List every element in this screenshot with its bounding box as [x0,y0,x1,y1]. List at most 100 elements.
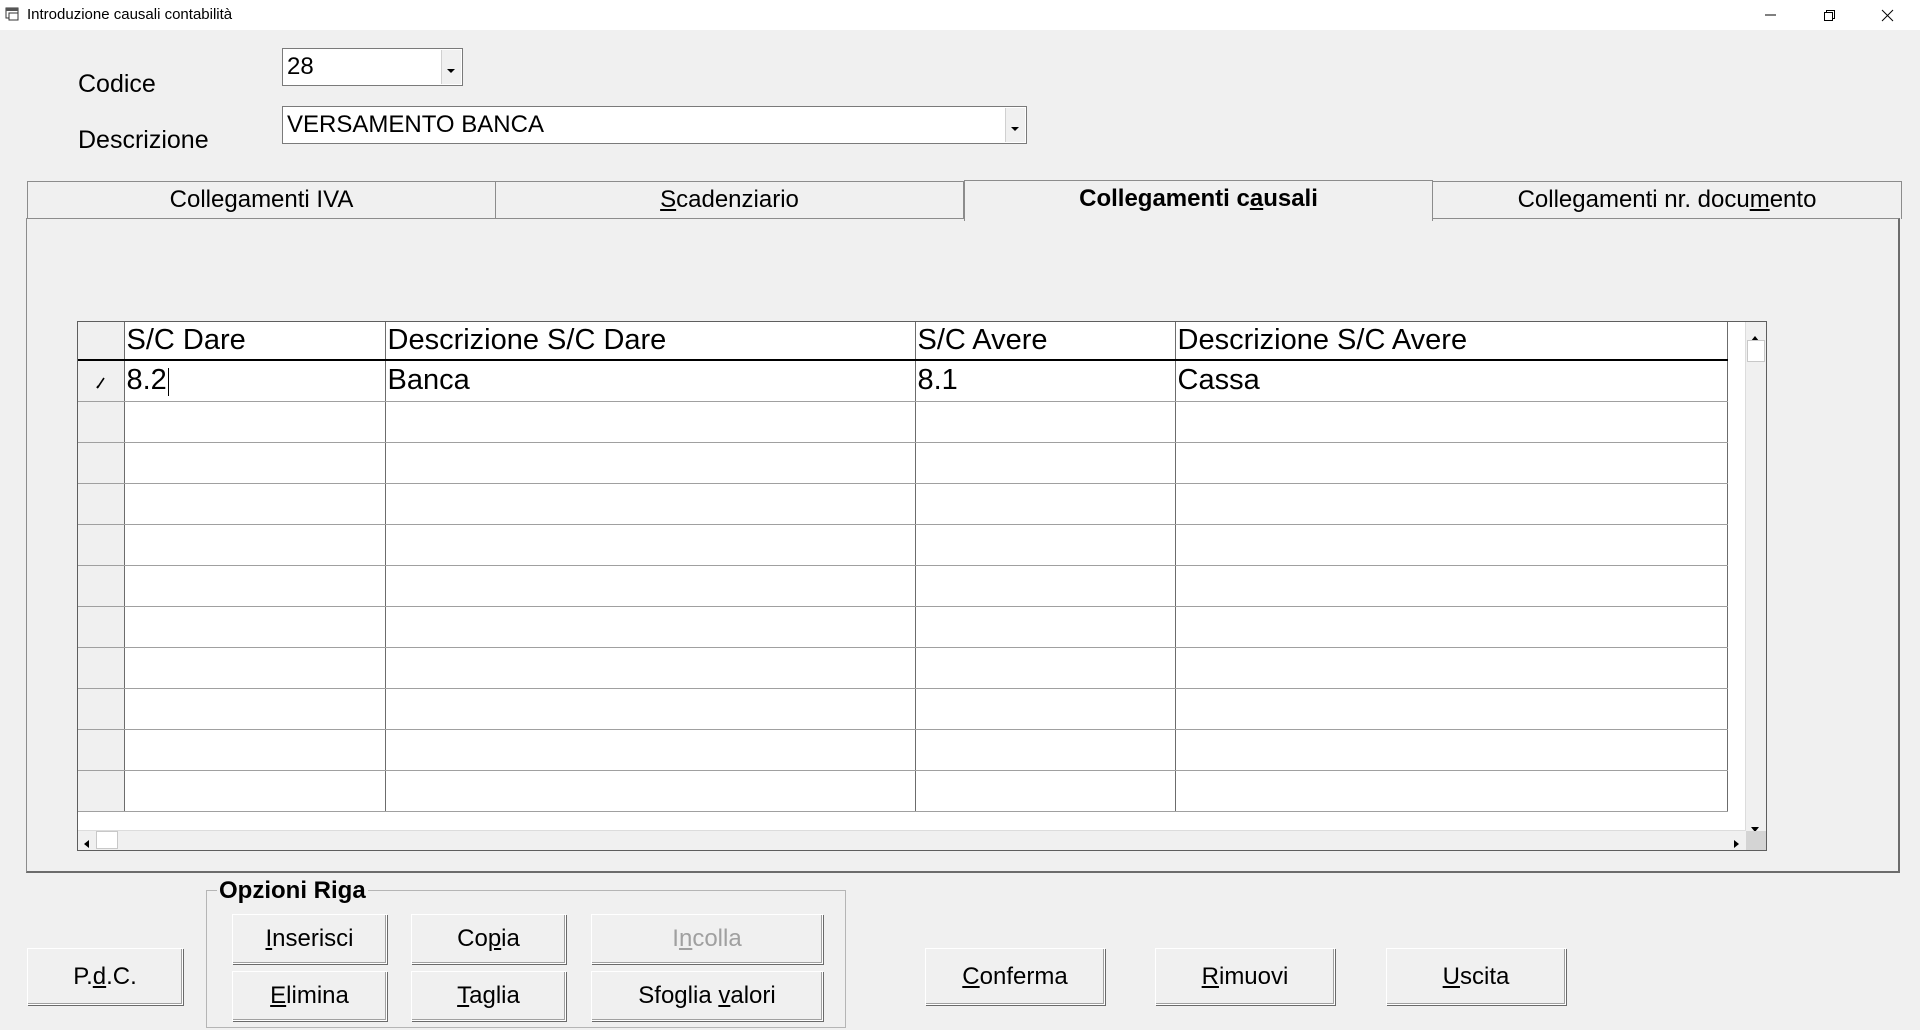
cell-descrizione-sc-avere[interactable] [1175,483,1728,525]
minimize-button[interactable] [1742,0,1800,30]
cell-sc-dare[interactable] [124,729,386,771]
row-selector[interactable] [78,565,125,607]
row-selector[interactable] [78,606,125,648]
cell-descrizione-sc-avere[interactable]: Cassa [1175,360,1728,402]
codice-combobox[interactable]: 28 [282,48,463,86]
column-header-descrizione-sc-dare[interactable]: Descrizione S/C Dare [385,322,916,361]
cell-sc-dare[interactable] [124,524,386,566]
cell-descrizione-sc-avere[interactable] [1175,565,1728,607]
pdc-button[interactable]: P.d.C. [27,948,183,1005]
column-header-sc-avere[interactable]: S/C Avere [915,322,1176,361]
tab-scadenziario[interactable]: Scadenziario [495,181,964,219]
cell-sc-dare[interactable]: 8.2 [124,360,386,402]
copia-button[interactable]: Copia [411,914,566,964]
row-selector[interactable] [78,401,125,443]
scroll-right-arrow-icon[interactable] [1734,836,1739,854]
cell-sc-dare[interactable] [124,483,386,525]
table-row[interactable] [78,606,1728,648]
row-selector[interactable] [78,688,125,730]
cell-sc-dare[interactable] [124,401,386,443]
cell-descrizione-sc-dare[interactable] [385,401,916,443]
cell-descrizione-sc-avere[interactable] [1175,688,1728,730]
row-selector[interactable] [78,483,125,525]
conferma-button[interactable]: Conferma [925,948,1105,1005]
elimina-button[interactable]: Elimina [232,971,387,1021]
row-selector[interactable] [78,647,125,689]
cell-sc-dare[interactable] [124,647,386,689]
row-selector[interactable] [78,770,125,812]
tab-collegamenti-nr-documento[interactable]: Collegamenti nr. documento [1432,181,1902,219]
row-selector[interactable] [78,729,125,771]
cell-descrizione-sc-dare[interactable] [385,565,916,607]
cell-sc-avere[interactable] [915,647,1176,689]
table-row[interactable] [78,524,1728,566]
cell-sc-avere[interactable] [915,401,1176,443]
scroll-left-arrow-icon[interactable] [84,836,89,854]
rimuovi-button[interactable]: Rimuovi [1155,948,1335,1005]
table-row[interactable] [78,483,1728,525]
cell-descrizione-sc-dare[interactable]: Banca [385,360,916,402]
column-header-descrizione-sc-avere[interactable]: Descrizione S/C Avere [1175,322,1728,361]
row-selector[interactable] [78,442,125,484]
cell-descrizione-sc-avere[interactable] [1175,442,1728,484]
cell-descrizione-sc-avere[interactable] [1175,606,1728,648]
horizontal-scroll-thumb[interactable] [96,831,118,849]
sfoglia-valori-button[interactable]: Sfoglia valori [591,971,823,1021]
cell-descrizione-sc-dare[interactable] [385,483,916,525]
cell-sc-avere[interactable] [915,606,1176,648]
cell-sc-avere[interactable] [915,524,1176,566]
cell-descrizione-sc-dare[interactable] [385,442,916,484]
close-button[interactable] [1858,0,1916,30]
descrizione-dropdown-button[interactable] [1005,108,1025,142]
cell-descrizione-sc-dare[interactable] [385,647,916,689]
table-row[interactable] [78,770,1728,812]
vertical-scroll-thumb[interactable] [1747,340,1765,362]
cell-descrizione-sc-dare[interactable] [385,606,916,648]
table-row[interactable] [78,688,1728,730]
tab-collegamenti-causali[interactable]: Collegamenti causali [964,180,1433,221]
cell-sc-dare[interactable] [124,442,386,484]
cell-descrizione-sc-avere[interactable] [1175,770,1728,812]
uscita-button[interactable]: Uscita [1386,948,1566,1005]
cell-descrizione-sc-avere[interactable] [1175,647,1728,689]
cell-descrizione-sc-avere[interactable] [1175,524,1728,566]
grid-table: S/C Dare Descrizione S/C Dare S/C Avere … [78,322,1728,812]
cell-sc-dare[interactable] [124,688,386,730]
table-row[interactable] [78,647,1728,689]
cell-sc-dare[interactable] [124,606,386,648]
cell-sc-avere[interactable]: 8.1 [915,360,1176,402]
grid-header-row: S/C Dare Descrizione S/C Dare S/C Avere … [78,322,1728,361]
cell-sc-dare[interactable] [124,770,386,812]
cell-descrizione-sc-dare[interactable] [385,524,916,566]
table-row[interactable]: 8.2 Banca 8.1 Cassa [78,360,1728,402]
table-row[interactable] [78,401,1728,443]
row-selector[interactable] [78,360,125,402]
cell-descrizione-sc-dare[interactable] [385,729,916,771]
table-row[interactable] [78,442,1728,484]
incolla-button[interactable]: Incolla [591,914,823,964]
cell-sc-avere[interactable] [915,729,1176,771]
table-row[interactable] [78,729,1728,771]
tab-collegamenti-iva[interactable]: Collegamenti IVA [27,181,496,219]
cell-sc-avere[interactable] [915,688,1176,730]
cell-sc-avere[interactable] [915,442,1176,484]
cell-descrizione-sc-dare[interactable] [385,688,916,730]
descrizione-combobox[interactable]: VERSAMENTO BANCA [282,106,1027,144]
cell-descrizione-sc-avere[interactable] [1175,401,1728,443]
column-header-sc-dare[interactable]: S/C Dare [124,322,386,361]
restore-button[interactable] [1800,0,1858,30]
cell-sc-avere[interactable] [915,565,1176,607]
cell-sc-avere[interactable] [915,770,1176,812]
cell-descrizione-sc-dare[interactable] [385,770,916,812]
cell-descrizione-sc-avere[interactable] [1175,729,1728,771]
table-row[interactable] [78,565,1728,607]
causali-grid[interactable]: S/C Dare Descrizione S/C Dare S/C Avere … [77,321,1767,851]
horizontal-scrollbar[interactable] [78,830,1746,850]
vertical-scrollbar[interactable] [1745,322,1766,832]
inserisci-button[interactable]: Inserisci [232,914,387,964]
cell-sc-dare[interactable] [124,565,386,607]
row-selector[interactable] [78,524,125,566]
codice-dropdown-button[interactable] [441,50,461,84]
cell-sc-avere[interactable] [915,483,1176,525]
taglia-button[interactable]: Taglia [411,971,566,1021]
